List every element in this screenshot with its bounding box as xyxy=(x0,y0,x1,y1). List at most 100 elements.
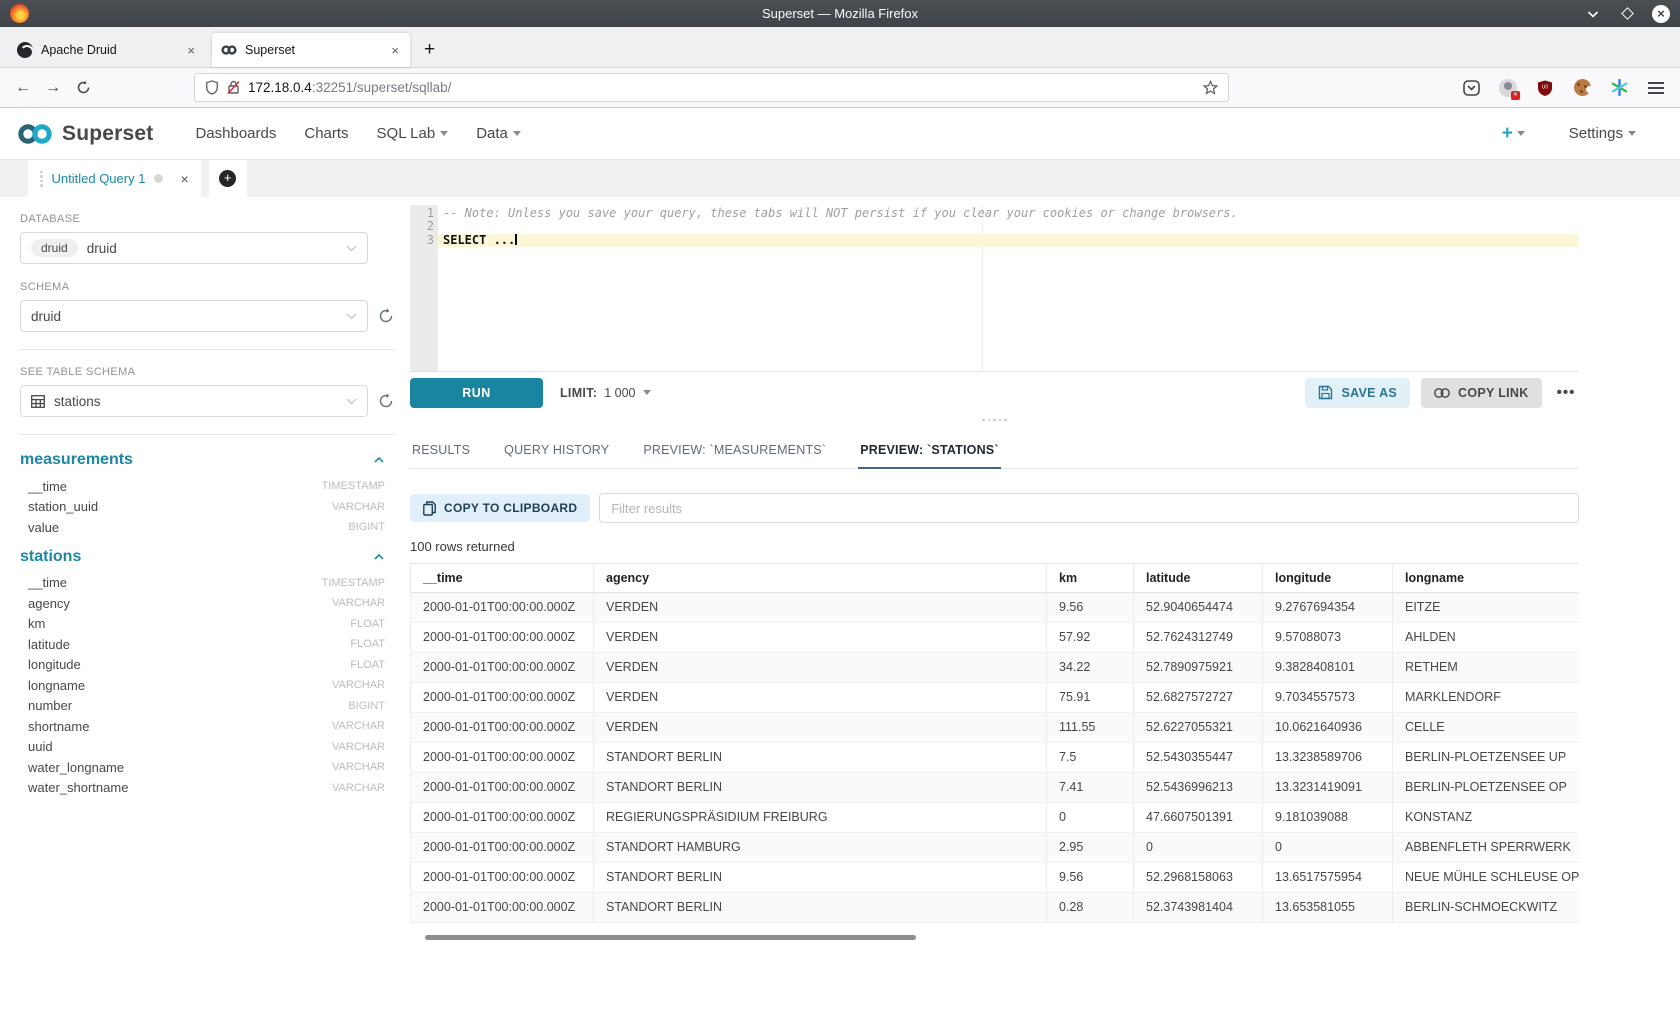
nav-item-data[interactable]: Data xyxy=(476,125,521,142)
table-cell: EITZE xyxy=(1393,593,1579,622)
table-row: 2000-01-01T00:00:00.000ZVERDEN57.9252.76… xyxy=(411,623,1579,653)
add-query-tab-button[interactable]: + xyxy=(209,160,247,197)
copy-to-clipboard-button[interactable]: COPY TO CLIPBOARD xyxy=(410,494,590,522)
schema-column-row: agencyVARCHAR xyxy=(20,593,395,614)
more-actions-button[interactable]: ••• xyxy=(1553,384,1580,401)
brand-name: Superset xyxy=(62,122,153,146)
save-as-button[interactable]: SAVE AS xyxy=(1305,378,1410,408)
tab-results[interactable]: RESULTS xyxy=(410,435,472,468)
table-schema-value: stations xyxy=(54,394,101,409)
new-tab-button[interactable]: + xyxy=(414,39,445,67)
save-icon xyxy=(1318,385,1333,400)
reload-button[interactable] xyxy=(68,74,98,102)
maximize-button[interactable] xyxy=(1618,5,1636,23)
results-table-header: __timeagencykmlatitudelongitudelongname xyxy=(411,563,1579,593)
minimize-button[interactable] xyxy=(1584,5,1602,23)
schema-accordion: measurements__timeTIMESTAMPstation_uuidV… xyxy=(20,451,395,798)
chevron-up-icon[interactable] xyxy=(373,553,385,561)
schema-select[interactable]: druid xyxy=(20,300,368,332)
column-header-longname[interactable]: longname xyxy=(1393,564,1579,592)
schema-table-name[interactable]: stations xyxy=(20,548,81,566)
database-label: DATABASE xyxy=(20,213,395,225)
chevron-down-icon xyxy=(513,131,521,136)
nav-item-sql-lab[interactable]: SQL Lab xyxy=(377,125,449,142)
table-row: 2000-01-01T00:00:00.000ZVERDEN111.5552.6… xyxy=(411,713,1579,743)
schema-column-row: station_uuidVARCHAR xyxy=(20,497,395,518)
settings-menu[interactable]: Settings xyxy=(1569,125,1636,142)
url-text[interactable]: 172.18.0.4:32251/superset/sqllab/ xyxy=(248,80,1195,95)
close-button[interactable]: × xyxy=(1652,5,1670,23)
column-header-time[interactable]: __time xyxy=(411,564,594,592)
column-header-agency[interactable]: agency xyxy=(594,564,1047,592)
tab-close-icon[interactable]: × xyxy=(185,43,197,58)
see-table-schema-label: SEE TABLE SCHEMA xyxy=(20,366,395,378)
table-row: 2000-01-01T00:00:00.000ZSTANDORT BERLIN0… xyxy=(411,893,1579,923)
schema-column-row: kmFLOAT xyxy=(20,614,395,635)
tab-preview-measurements[interactable]: PREVIEW: `MEASUREMENTS` xyxy=(641,435,828,468)
back-button[interactable]: ← xyxy=(8,74,38,102)
column-name: agency xyxy=(28,596,70,611)
cookie-extension-icon[interactable] xyxy=(1572,78,1592,98)
query-tabstrip: Untitled Query 1 × + xyxy=(0,160,1680,197)
browser-tab-apache-druid[interactable]: Apache Druid × xyxy=(8,33,206,67)
editor-active-line: SELECT ... xyxy=(438,234,1579,247)
table-cell: 52.9040654474 xyxy=(1134,593,1263,622)
new-item-button[interactable]: + xyxy=(1502,123,1525,145)
column-header-longitude[interactable]: longitude xyxy=(1263,564,1393,592)
schema-section: measurements__timeTIMESTAMPstation_uuidV… xyxy=(20,451,395,538)
ublock-shield-icon[interactable]: U0 xyxy=(1535,78,1555,98)
column-name: latitude xyxy=(28,637,70,652)
browser-tab-superset[interactable]: Superset × xyxy=(212,33,410,67)
schema-value: druid xyxy=(31,309,61,324)
nav-item-dashboards[interactable]: Dashboards xyxy=(195,125,276,142)
refresh-schema-icon[interactable] xyxy=(377,307,395,325)
column-header-km[interactable]: km xyxy=(1047,564,1134,592)
menu-hamburger-icon[interactable] xyxy=(1646,78,1666,98)
pane-resize-handle[interactable] xyxy=(410,413,1579,427)
database-pill: druid xyxy=(31,239,78,257)
shield-icon[interactable] xyxy=(205,80,219,95)
table-cell: 47.6607501391 xyxy=(1134,803,1263,832)
schema-table-name[interactable]: measurements xyxy=(20,451,133,469)
column-type: BIGINT xyxy=(348,700,385,712)
column-type: BIGINT xyxy=(348,521,385,533)
query-tab-close-icon[interactable]: × xyxy=(172,171,188,187)
window-title: Superset — Mozilla Firefox xyxy=(0,6,1680,21)
filter-results-input[interactable] xyxy=(599,493,1579,523)
table-schema-select[interactable]: stations xyxy=(20,385,368,417)
lock-disabled-icon[interactable] xyxy=(227,80,240,95)
tab-preview-stations[interactable]: PREVIEW: `STATIONS` xyxy=(858,435,1001,469)
table-row: 2000-01-01T00:00:00.000ZSTANDORT BERLIN7… xyxy=(411,773,1579,803)
database-select[interactable]: druid druid xyxy=(20,232,368,264)
table-row: 2000-01-01T00:00:00.000ZVERDEN9.5652.904… xyxy=(411,593,1579,623)
run-button[interactable]: RUN xyxy=(410,378,543,408)
chevron-down-icon xyxy=(1517,131,1525,136)
sql-editor[interactable]: 1 2 3 -- Note: Unless you save your quer… xyxy=(410,205,1579,371)
refresh-table-icon[interactable] xyxy=(377,392,395,410)
bookmark-star-icon[interactable] xyxy=(1203,80,1218,95)
forward-button[interactable]: → xyxy=(38,74,68,102)
table-cell: 0 xyxy=(1263,833,1393,862)
table-cell: 9.56 xyxy=(1047,593,1134,622)
editor-toolbar: RUN LIMIT: 1 000 SAVE AS COPY LINK ••• xyxy=(410,371,1579,413)
pocket-icon[interactable] xyxy=(1461,78,1481,98)
query-tab-untitled-query-1[interactable]: Untitled Query 1 × xyxy=(28,160,201,197)
extension-asterisk-icon[interactable] xyxy=(1609,78,1629,98)
account-disabled-icon[interactable] xyxy=(1498,78,1518,98)
chevron-down-icon xyxy=(346,245,357,252)
url-bar[interactable]: 172.18.0.4:32251/superset/sqllab/ xyxy=(194,73,1229,102)
horizontal-scrollbar[interactable] xyxy=(425,935,916,940)
tab-close-icon[interactable]: × xyxy=(389,43,401,58)
copy-link-button[interactable]: COPY LINK xyxy=(1421,378,1542,408)
table-cell: 75.91 xyxy=(1047,683,1134,712)
nav-item-charts[interactable]: Charts xyxy=(304,125,348,142)
superset-logo[interactable]: Superset xyxy=(16,122,153,146)
table-cell: ABBENFLETH SPERRWERK xyxy=(1393,833,1579,862)
table-cell: 111.55 xyxy=(1047,713,1134,742)
column-header-latitude[interactable]: latitude xyxy=(1134,564,1263,592)
limit-dropdown[interactable]: LIMIT: 1 000 xyxy=(560,386,651,400)
chevron-up-icon[interactable] xyxy=(373,456,385,464)
table-cell: BERLIN-PLOETZENSEE OP xyxy=(1393,773,1579,802)
drag-handle-icon[interactable] xyxy=(40,171,43,187)
tab-query-history[interactable]: QUERY HISTORY xyxy=(502,435,611,468)
